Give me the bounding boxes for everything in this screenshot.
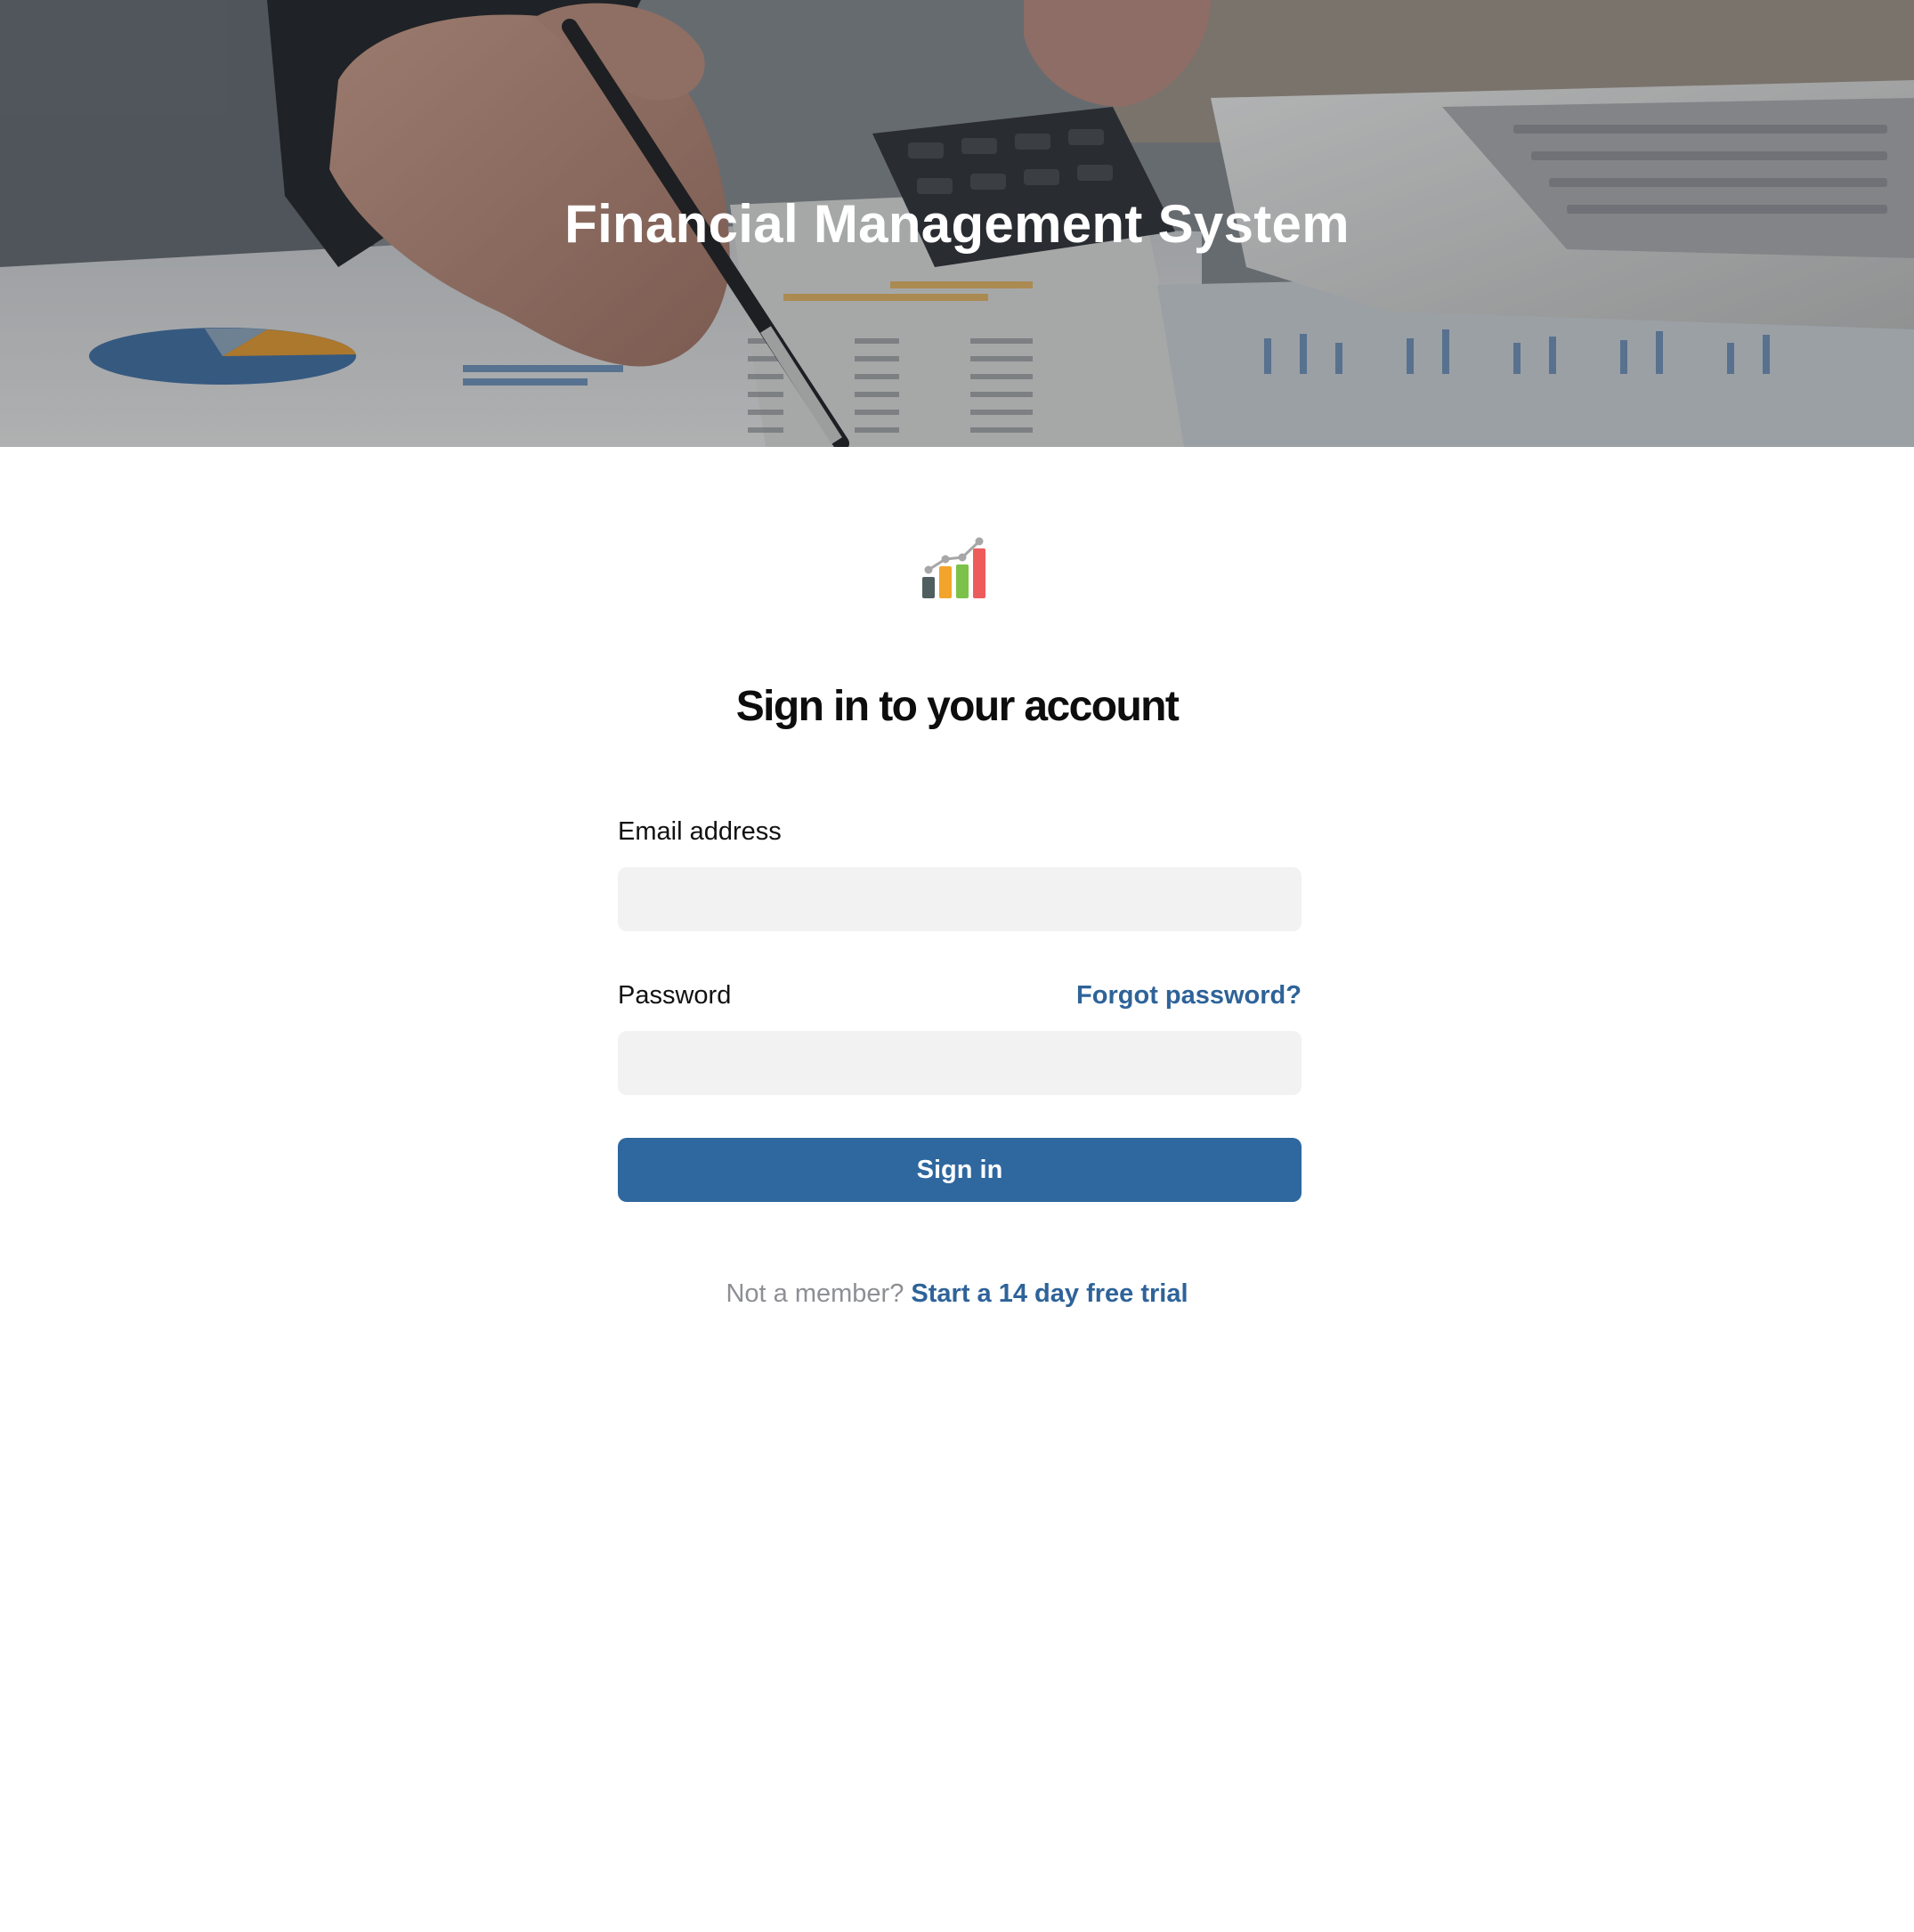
email-field[interactable] bbox=[618, 867, 1302, 931]
password-label: Password bbox=[618, 981, 732, 1010]
signup-line: Not a member? Start a 14 day free trial bbox=[0, 1275, 1914, 1312]
logo-bar-2 bbox=[939, 566, 952, 598]
bar-chart-growth-icon bbox=[922, 537, 985, 598]
signin-heading: Sign in to your account bbox=[735, 683, 1180, 730]
logo-trend-line bbox=[928, 540, 981, 572]
hero-title: Financial Management System bbox=[564, 194, 1350, 254]
email-label: Email address bbox=[618, 817, 782, 846]
logo-bar-1 bbox=[922, 577, 935, 598]
signin-button[interactable]: Sign in bbox=[618, 1138, 1302, 1202]
password-field[interactable] bbox=[618, 1031, 1302, 1095]
hero-banner: Financial Management System bbox=[0, 0, 1914, 447]
forgot-password-link[interactable]: Forgot password? bbox=[1076, 978, 1302, 1013]
logo-bar-3 bbox=[956, 564, 969, 598]
logo-bar-4 bbox=[973, 548, 985, 598]
free-trial-link[interactable]: Start a 14 day free trial bbox=[911, 1279, 1188, 1308]
signup-prompt: Not a member? bbox=[726, 1279, 904, 1308]
